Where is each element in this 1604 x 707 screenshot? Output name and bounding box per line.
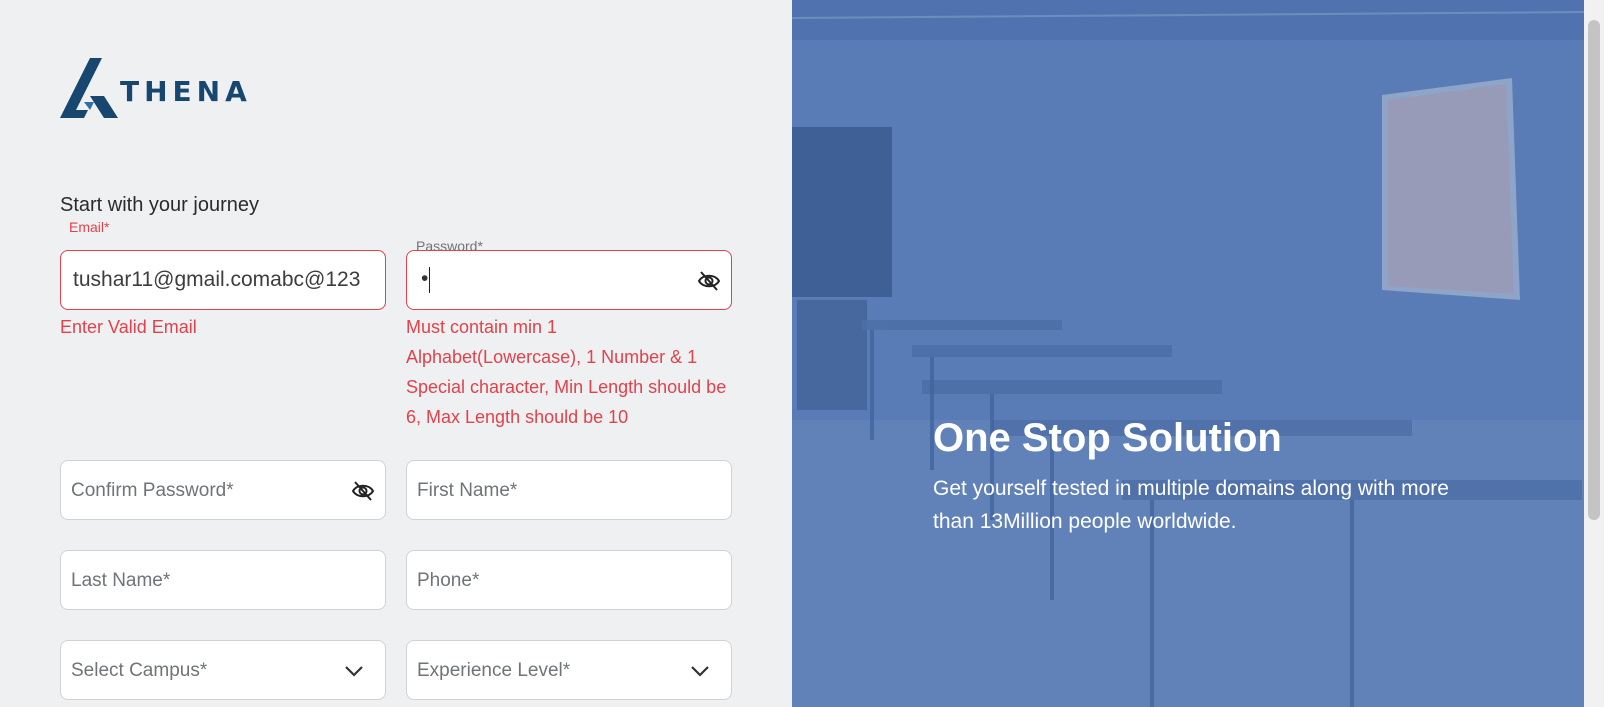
email-error: Enter Valid Email [60, 317, 197, 337]
last-name-field[interactable]: Last Name* [60, 550, 386, 610]
classroom-background-image [792, 0, 1584, 707]
password-error: Must contain min 1 Alphabet(Lowercase), … [406, 317, 727, 427]
campus-placeholder: Select Campus* [71, 660, 208, 681]
phone-placeholder: Phone* [417, 570, 480, 591]
hero-panel: One Stop Solution Get yourself tested in… [792, 0, 1584, 707]
eye-off-icon[interactable] [697, 270, 721, 292]
text-cursor [429, 267, 430, 293]
scrollbar-thumb[interactable] [1588, 20, 1600, 520]
phone-field[interactable]: Phone* [406, 550, 732, 610]
chevron-down-icon [691, 666, 709, 677]
email-label: Email* [69, 219, 110, 235]
hero-title: One Stop Solution [933, 416, 1282, 460]
athena-logo: THENA [60, 58, 252, 120]
page-scrollbar[interactable] [1584, 0, 1604, 707]
experience-select[interactable]: Experience Level* [406, 640, 732, 700]
confirm-password-placeholder: Confirm Password* [71, 480, 234, 501]
chevron-down-icon [345, 666, 363, 677]
first-name-field[interactable]: First Name* [406, 460, 732, 520]
last-name-placeholder: Last Name* [71, 570, 171, 591]
brand-name: THENA [120, 75, 252, 108]
athena-logo-mark [60, 58, 118, 118]
eye-off-icon[interactable] [351, 480, 375, 502]
form-subtitle: Start with your journey [60, 194, 259, 216]
signup-panel: THENA Start with your journey Email* tus… [0, 0, 792, 707]
email-field[interactable]: tushar11@gmail.comabc@123 [60, 250, 386, 310]
confirm-password-field[interactable]: Confirm Password* [60, 460, 386, 520]
password-field[interactable]: • [406, 250, 732, 310]
campus-select[interactable]: Select Campus* [60, 640, 386, 700]
password-value: • [421, 267, 429, 290]
first-name-placeholder: First Name* [417, 480, 518, 501]
hero-subtitle: Get yourself tested in multiple domains … [933, 477, 1449, 533]
email-value: tushar11@gmail.comabc@123 [73, 268, 361, 291]
experience-placeholder: Experience Level* [417, 660, 571, 681]
